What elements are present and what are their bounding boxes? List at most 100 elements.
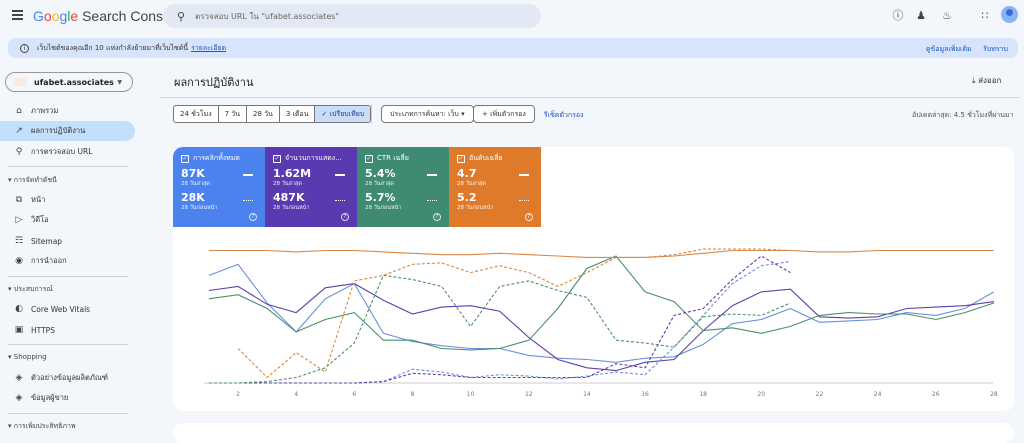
x-tick-label: 16 (641, 391, 649, 398)
sidebar-item-url-inspection[interactable]: ⚲ การตรวจสอบ URL (0, 142, 135, 162)
nav-label: ข้อมูลผู้ขาย (31, 393, 69, 402)
nav-label: ตัวอย่างข้อมูลผลิตภัณฑ์ (31, 373, 109, 382)
x-tick-label: 8 (411, 391, 415, 398)
x-tick-label: 6 (352, 391, 356, 398)
add-filter-button[interactable]: + เพิ่มตัวกรอง (473, 105, 535, 123)
search-type-filter[interactable]: ประเภทการค้นหา: เว็บ ▾ (381, 105, 474, 123)
nav-label: HTTPS (31, 325, 55, 335)
series-line-clicks-current (208, 263, 995, 363)
x-tick-label: 2 (236, 391, 240, 398)
x-tick-label: 24 (874, 391, 882, 398)
x-tick-label: 12 (525, 391, 533, 398)
export-label: ส่งออก (978, 76, 1002, 85)
diamond-icon: ◈ (15, 373, 23, 383)
avatar[interactable] (1001, 6, 1018, 23)
url-inspect-search[interactable]: ⚲ ตรวจสอบ URL ใน "ufabet.associates" (163, 4, 541, 28)
range-compare[interactable]: ✓ เปรียบเทียบ (315, 106, 371, 122)
reset-filters-link[interactable]: รีเซ็ตตัวกรอง (544, 110, 584, 121)
nav-label: Sitemap (31, 236, 63, 246)
acknowledge-button[interactable]: รับทราบ (983, 44, 1008, 55)
series-line-ctr-previous (209, 274, 791, 384)
series-line-impressions-current (208, 283, 994, 372)
menu-icon[interactable] (12, 10, 23, 20)
export-button[interactable]: ⤓ ส่งออก (972, 74, 1001, 87)
chevron-down-icon: ▾ (461, 110, 465, 118)
series-line-clicks-previous (209, 261, 791, 384)
top-bar: Google Search Console ⚲ ตรวจสอบ URL ใน "u… (0, 0, 1024, 34)
section-indexing[interactable]: ▾ การจัดทำดัชนี (8, 175, 57, 186)
sidebar-item-product-snippets[interactable]: ◈ ตัวอย่างข้อมูลผลิตภัณฑ์ (0, 368, 135, 388)
search-icon: ⚲ (177, 9, 186, 23)
chevron-down-icon: ▼ (117, 78, 122, 86)
divider (8, 276, 128, 277)
download-icon: ⤓ (972, 76, 976, 85)
x-tick-label: 28 (990, 391, 998, 398)
diamond-icon: ◈ (15, 393, 23, 403)
manage-users-icon[interactable]: ♟ (914, 9, 928, 23)
gauge-icon: ◐ (15, 304, 23, 314)
banner-text: เว็บไซต์ของคุณอีก 10 แห่งกำลังย้ายมาที่เ… (37, 43, 189, 52)
sidebar-item-removals[interactable]: ◉ การนำออก (0, 251, 135, 271)
x-tick-label: 20 (758, 391, 766, 398)
sidebar-item-performance[interactable]: ↗ ผลการปฏิบัติงาน (0, 121, 135, 141)
trending-up-icon: ↗ (15, 126, 23, 136)
sitemap-icon: ☶ (14, 236, 24, 246)
add-filter-label: เพิ่มตัวกรอง (490, 110, 526, 118)
sidebar-item-merchant-listings[interactable]: ◈ ข้อมูลผู้ขาย (0, 388, 135, 408)
series-line-position-previous (237, 248, 791, 379)
google-search-console-logo[interactable]: Google Search Console (33, 8, 182, 24)
divider (371, 105, 372, 123)
sidebar-item-overview[interactable]: ⌂ ภาพรวม (0, 101, 135, 121)
range-24h[interactable]: 24 ชั่วโมง (174, 106, 219, 122)
date-range-selector: 24 ชั่วโมง 7 วัน 28 วัน 3 เดือน ✓ เปรียบ… (173, 105, 372, 123)
property-name: ufabet.associates (34, 77, 114, 87)
x-tick-label: 4 (294, 391, 298, 398)
section-experience[interactable]: ▾ ประสบการณ์ (8, 284, 53, 295)
home-icon: ⌂ (16, 106, 22, 116)
queries-panel (173, 423, 1014, 443)
nav-label: Core Web Vitals (31, 304, 91, 314)
performance-panel: ✓ การคลิกทั้งหมด 87K 28 วันล่าสุด 28K 28 … (173, 147, 1014, 411)
x-tick-label: 10 (467, 391, 475, 398)
x-tick-label: 26 (932, 391, 940, 398)
sidebar-item-pages[interactable]: ⧉ หน้า (0, 190, 135, 210)
range-7d[interactable]: 7 วัน (219, 106, 248, 122)
last-updated: อัปเดตล่าสุด: 4.5 ชั่วโมงที่ผ่านมา (912, 111, 1014, 119)
x-tick-label: 14 (583, 391, 591, 398)
plus-icon: + (482, 110, 488, 118)
compare-label: เปรียบเทียบ (329, 110, 365, 118)
migration-banner: i เว็บไซต์ของคุณอีก 10 แห่งกำลังย้ายมาที… (8, 38, 1018, 58)
removal-icon: ◉ (15, 256, 23, 266)
learn-more-link[interactable]: ดูข้อมูลเพิ่มเติม (926, 44, 972, 55)
section-title: ประสบการณ์ (13, 285, 53, 293)
pages-icon: ⧉ (15, 195, 23, 205)
section-title: การเพิ่มประสิทธิภาพ (13, 422, 76, 430)
section-enhancements[interactable]: ▾ การเพิ่มประสิทธิภาพ (8, 421, 76, 432)
range-28d[interactable]: 28 วัน (247, 106, 280, 122)
property-logo (14, 78, 26, 86)
series-line-impressions-previous (209, 255, 791, 384)
sidebar-item-video[interactable]: ▷ วิดีโอ (0, 210, 135, 230)
nav-label: หน้า (31, 195, 46, 204)
check-icon: ✓ (321, 110, 328, 118)
help-icon[interactable]: ⓘ (891, 9, 905, 23)
sidebar-item-sitemap[interactable]: ☶ Sitemap (0, 231, 135, 251)
apps-icon[interactable]: ∷ (978, 9, 992, 23)
search-type-label: ประเภทการค้นหา: เว็บ (390, 110, 459, 118)
nav-label: การนำออก (31, 256, 67, 265)
divider (8, 344, 128, 345)
range-3m[interactable]: 3 เดือน (280, 106, 316, 122)
search-placeholder: ตรวจสอบ URL ใน "ufabet.associates" (195, 11, 340, 21)
sidebar-item-https[interactable]: ▣ HTTPS (0, 320, 135, 340)
lock-icon: ▣ (14, 325, 24, 335)
details-link[interactable]: รายละเอียด (191, 43, 226, 54)
sidebar-item-core-web-vitals[interactable]: ◐ Core Web Vitals (0, 299, 135, 319)
bell-icon[interactable]: ♨ (940, 9, 954, 23)
nav-label: วิดีโอ (31, 215, 49, 224)
series-line-position-current (209, 249, 994, 258)
series-line-ctr-current (208, 255, 995, 351)
performance-chart: 2 4 6 8 10 12 14 16 18 20 22 24 26 28 (204, 248, 998, 398)
property-selector[interactable]: ufabet.associates ▼ (5, 72, 133, 92)
nav-label: ภาพรวม (31, 106, 59, 115)
section-shopping[interactable]: ▾ Shopping (8, 353, 47, 361)
